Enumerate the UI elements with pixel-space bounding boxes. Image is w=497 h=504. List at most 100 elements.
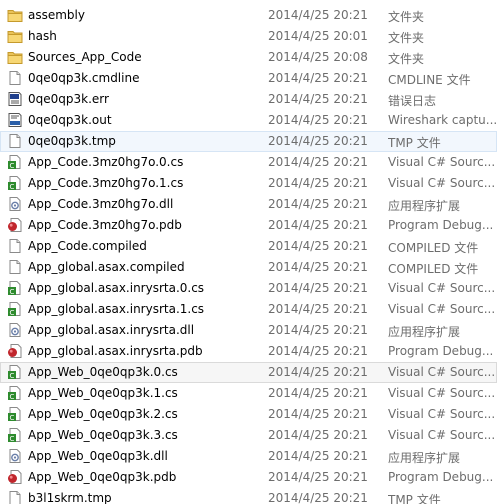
file-date-modified: 2014/4/25 20:21 bbox=[268, 134, 368, 148]
file-name: App_Web_0qe0qp3k.dll bbox=[28, 449, 168, 463]
file-date-modified: 2014/4/25 20:21 bbox=[268, 491, 368, 504]
file-type: 文件夹 bbox=[388, 31, 425, 45]
file-row[interactable]: assembly 2014/4/25 20:21 文件夹 bbox=[0, 5, 497, 26]
csharp-file-icon: C bbox=[8, 155, 21, 170]
file-date-modified: 2014/4/25 20:21 bbox=[268, 260, 368, 274]
file-name: Sources_App_Code bbox=[28, 50, 142, 64]
file-name: App_Web_0qe0qp3k.0.cs bbox=[28, 365, 178, 379]
file-date-modified: 2014/4/25 20:21 bbox=[268, 344, 368, 358]
file-type: Visual C# Sourc... bbox=[388, 365, 496, 379]
file-icon bbox=[9, 239, 21, 253]
file-type: Visual C# Sourc... bbox=[388, 407, 496, 421]
file-type: 应用程序扩展 bbox=[388, 325, 461, 339]
svg-text:C: C bbox=[10, 414, 15, 422]
svg-text:C: C bbox=[10, 393, 15, 401]
svg-text:C: C bbox=[10, 288, 15, 296]
file-row[interactable]: C App_Code.3mz0hg7o.0.cs 2014/4/25 20:21 Vi… bbox=[0, 152, 497, 173]
file-row[interactable]: App_Web_0qe0qp3k.pdb 2014/4/25 20:21 Progr… bbox=[0, 467, 497, 488]
file-row[interactable]: App_Web_0qe0qp3k.dll 2014/4/25 20:21 应用程序扩… bbox=[0, 446, 497, 467]
file-date-modified: 2014/4/25 20:21 bbox=[268, 365, 368, 379]
file-name: App_Code.compiled bbox=[28, 239, 147, 253]
file-date-modified: 2014/4/25 20:01 bbox=[268, 29, 368, 43]
file-type: 应用程序扩展 bbox=[388, 451, 461, 465]
file-row[interactable]: b3l1skrm.tmp 2014/4/25 20:21 TMP 文件 bbox=[0, 488, 497, 504]
file-date-modified: 2014/4/25 20:21 bbox=[268, 155, 368, 169]
pdb-file-icon bbox=[8, 218, 22, 232]
file-icon bbox=[9, 491, 21, 504]
file-date-modified: 2014/4/25 20:21 bbox=[268, 197, 368, 211]
svg-text:C: C bbox=[10, 372, 15, 380]
file-type: 应用程序扩展 bbox=[388, 199, 461, 213]
file-type: TMP 文件 bbox=[388, 493, 441, 504]
file-name: App_Code.3mz0hg7o.0.cs bbox=[28, 155, 184, 169]
file-row[interactable]: App_global.asax.inrysrta.dll 2014/4/25 20… bbox=[0, 320, 497, 341]
file-row[interactable]: App_global.asax.compiled 2014/4/25 20:21 C… bbox=[0, 257, 497, 278]
file-date-modified: 2014/4/25 20:21 bbox=[268, 176, 368, 190]
file-row[interactable]: Sources_App_Code 2014/4/25 20:08 文件夹 bbox=[0, 47, 497, 68]
file-row[interactable]: C App_global.asax.inrysrta.0.cs 2014/4/25 … bbox=[0, 278, 497, 299]
file-name: App_Code.3mz0hg7o.dll bbox=[28, 197, 174, 211]
svg-text:C: C bbox=[10, 309, 15, 317]
file-name: 0qe0qp3k.err bbox=[28, 92, 109, 106]
file-name: App_global.asax.inrysrta.pdb bbox=[28, 344, 203, 358]
file-date-modified: 2014/4/25 20:21 bbox=[268, 323, 368, 337]
file-type: Program Debug... bbox=[388, 218, 494, 232]
file-row[interactable]: App_Code.3mz0hg7o.pdb 2014/4/25 20:21 Prog… bbox=[0, 215, 497, 236]
file-row[interactable]: 0qe0qp3k.tmp 2014/4/25 20:21 TMP 文件 bbox=[0, 131, 497, 152]
file-row[interactable]: C App_Web_0qe0qp3k.2.cs 2014/4/25 20:21 Vis… bbox=[0, 404, 497, 425]
file-date-modified: 2014/4/25 20:21 bbox=[268, 92, 368, 106]
file-type: Visual C# Sourc... bbox=[388, 155, 496, 169]
svg-text:C: C bbox=[10, 183, 15, 191]
file-row[interactable]: App_Code.compiled 2014/4/25 20:21 COMPILED… bbox=[0, 236, 497, 257]
file-row[interactable]: hash 2014/4/25 20:01 文件夹 bbox=[0, 26, 497, 47]
file-date-modified: 2014/4/25 20:21 bbox=[268, 302, 368, 316]
file-name: assembly bbox=[28, 8, 85, 22]
file-row[interactable]: C App_Code.3mz0hg7o.1.cs 2014/4/25 20:21 Vi… bbox=[0, 173, 497, 194]
svg-text:C: C bbox=[10, 435, 15, 443]
file-icon bbox=[9, 260, 21, 274]
file-row[interactable]: C App_global.asax.inrysrta.1.cs 2014/4/25 … bbox=[0, 299, 497, 320]
file-date-modified: 2014/4/25 20:21 bbox=[268, 428, 368, 442]
file-date-modified: 2014/4/25 20:21 bbox=[268, 281, 368, 295]
csharp-file-icon: C bbox=[8, 365, 21, 380]
file-row[interactable]: C App_Web_0qe0qp3k.1.cs 2014/4/25 20:21 Vis… bbox=[0, 383, 497, 404]
error-log-icon bbox=[8, 92, 22, 106]
file-date-modified: 2014/4/25 20:21 bbox=[268, 449, 368, 463]
dll-file-icon bbox=[9, 449, 21, 463]
file-type: COMPILED 文件 bbox=[388, 262, 479, 276]
file-type: COMPILED 文件 bbox=[388, 241, 479, 255]
file-row[interactable]: C App_Web_0qe0qp3k.3.cs 2014/4/25 20:21 Vis… bbox=[0, 425, 497, 446]
file-name: App_Web_0qe0qp3k.pdb bbox=[28, 470, 177, 484]
folder-icon bbox=[7, 10, 23, 22]
file-date-modified: 2014/4/25 20:08 bbox=[268, 50, 368, 64]
file-name: App_Web_0qe0qp3k.2.cs bbox=[28, 407, 178, 421]
dll-file-icon bbox=[9, 197, 21, 211]
file-row[interactable]: 0qe0qp3k.cmdline 2014/4/25 20:21 CMDLINE 文… bbox=[0, 68, 497, 89]
dll-file-icon bbox=[9, 323, 21, 337]
file-type: 文件夹 bbox=[388, 52, 425, 66]
file-type: 错误日志 bbox=[388, 94, 437, 108]
file-name: b3l1skrm.tmp bbox=[28, 491, 112, 504]
file-type: Program Debug... bbox=[388, 470, 494, 484]
file-name: 0qe0qp3k.out bbox=[28, 113, 112, 127]
file-type: Visual C# Sourc... bbox=[388, 281, 496, 295]
file-row[interactable]: 0qe0qp3k.out 2014/4/25 20:21 Wireshark cap… bbox=[0, 110, 497, 131]
file-row[interactable]: App_Code.3mz0hg7o.dll 2014/4/25 20:21 应用程序… bbox=[0, 194, 497, 215]
file-row[interactable]: 0qe0qp3k.err 2014/4/25 20:21 错误日志 bbox=[0, 89, 497, 110]
file-date-modified: 2014/4/25 20:21 bbox=[268, 470, 368, 484]
file-date-modified: 2014/4/25 20:21 bbox=[268, 218, 368, 232]
file-name: App_Web_0qe0qp3k.3.cs bbox=[28, 428, 178, 442]
file-icon bbox=[9, 71, 21, 85]
file-date-modified: 2014/4/25 20:21 bbox=[268, 113, 368, 127]
file-type: Visual C# Sourc... bbox=[388, 302, 496, 316]
file-type: TMP 文件 bbox=[388, 136, 441, 150]
file-name: App_global.asax.inrysrta.dll bbox=[28, 323, 195, 337]
file-name: 0qe0qp3k.tmp bbox=[28, 134, 116, 148]
file-type: Program Debug... bbox=[388, 344, 494, 358]
folder-icon bbox=[7, 31, 23, 43]
file-row[interactable]: C App_Web_0qe0qp3k.0.cs 2014/4/25 20:21 Vis… bbox=[0, 362, 497, 383]
file-type: Visual C# Sourc... bbox=[388, 428, 496, 442]
file-icon bbox=[9, 134, 21, 148]
file-row[interactable]: App_global.asax.inrysrta.pdb 2014/4/25 20… bbox=[0, 341, 497, 362]
wireshark-file-icon bbox=[8, 113, 22, 127]
